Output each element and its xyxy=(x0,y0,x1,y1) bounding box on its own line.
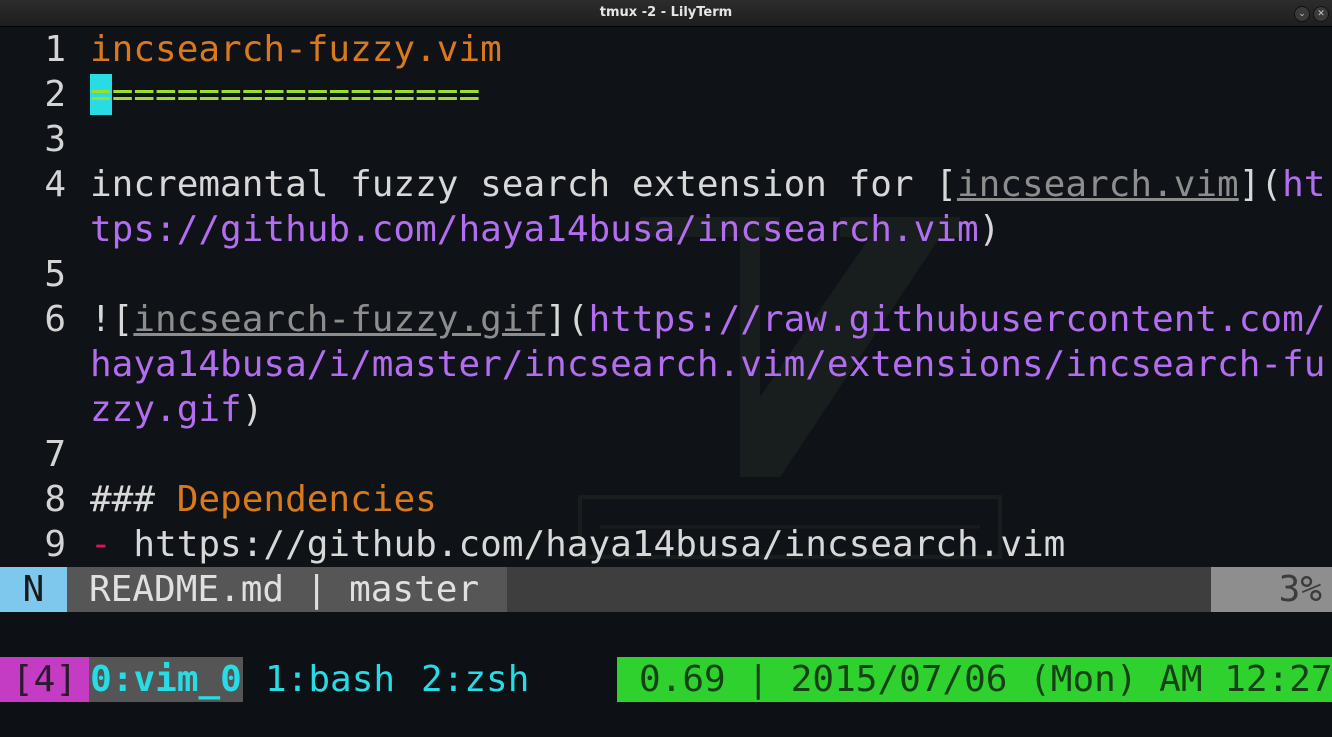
editor-line: 4 incremantal fuzzy search extension for… xyxy=(0,162,1332,207)
tmux-session: [4] xyxy=(0,657,89,702)
link-url: haya14busa/i/master/incsearch.vim/extens… xyxy=(90,344,1326,385)
command-line[interactable] xyxy=(0,612,1332,657)
link-paren: ) xyxy=(241,389,264,430)
tmux-window-active[interactable]: 0:vim_0 xyxy=(89,657,243,702)
editor-line: 9 - https://github.com/haya14busa/incsea… xyxy=(0,522,1332,567)
scroll-percent: 3% xyxy=(1211,567,1332,612)
editor-line: 3 xyxy=(0,117,1332,162)
line-number: 6 xyxy=(44,299,66,340)
line-text: ### Dependencies xyxy=(90,477,437,522)
tmux-status-bar: [4] 0:vim_0 1:bash 2:zsh 0.69 | 2015/07/… xyxy=(0,657,1332,702)
editor-line: 8 ### Dependencies xyxy=(0,477,1332,522)
line-number: 4 xyxy=(44,164,66,205)
heading-text: Dependencies xyxy=(176,479,437,520)
link-url: https://raw.githubusercontent.com/ xyxy=(588,299,1326,340)
editor-line: 7 xyxy=(0,432,1332,477)
line-text: ![incsearch-fuzzy.gif](https://raw.githu… xyxy=(90,297,1325,342)
link-url: zzy.gif xyxy=(90,389,242,430)
link-url: tps://github.com/haya14busa/incsearch.vi… xyxy=(90,209,979,250)
terminal-window: tmux -2 - LilyTerm ⌄ ✕ 1 incsearch-fuzzy… xyxy=(0,0,1332,737)
line-number: 7 xyxy=(44,434,66,475)
terminal-bottom xyxy=(0,702,1332,737)
editor-line-wrap: zzy.gif) xyxy=(0,387,1332,432)
plain-text: https://github.com/haya14busa/incsearch.… xyxy=(111,524,1066,565)
link-bracket: ]( xyxy=(1238,164,1283,205)
vim-editor[interactable]: 1 incsearch-fuzzy.vim 2 ================… xyxy=(0,27,1332,567)
line-text: - https://github.com/haya14busa/incsearc… xyxy=(90,522,1065,567)
editor-line-wrap: tps://github.com/haya14busa/incsearch.vi… xyxy=(0,207,1332,252)
line-text: tps://github.com/haya14busa/incsearch.vi… xyxy=(90,207,1000,252)
vim-statusline: N README.md | master 3% xyxy=(0,567,1332,612)
heading-underline: ================= xyxy=(111,74,481,115)
heading-marker: ### xyxy=(90,479,177,520)
link-text: incsearch-fuzzy.gif xyxy=(133,299,546,340)
close-icon[interactable]: ✕ xyxy=(1313,6,1329,22)
line-number: 3 xyxy=(44,119,66,160)
line-text: zzy.gif) xyxy=(90,387,263,432)
tmux-window-bash[interactable]: 1:bash xyxy=(265,657,395,702)
list-bullet: - xyxy=(90,524,112,565)
image-bracket: ![ xyxy=(90,299,134,340)
line-number: 5 xyxy=(44,254,66,295)
tmux-window-zsh[interactable]: 2:zsh xyxy=(421,657,529,702)
editor-line-wrap: haya14busa/i/master/incsearch.vim/extens… xyxy=(0,342,1332,387)
editor-line: 1 incsearch-fuzzy.vim xyxy=(0,27,1332,72)
editor-line: 5 xyxy=(0,252,1332,297)
link-paren: ) xyxy=(978,209,1001,250)
chevron-down-icon[interactable]: ⌄ xyxy=(1294,6,1310,22)
file-info: README.md | master xyxy=(67,567,507,612)
line-text: ================== xyxy=(90,72,480,117)
title-bar: tmux -2 - LilyTerm ⌄ ✕ xyxy=(0,0,1332,27)
text-cursor: = xyxy=(90,74,112,115)
link-bracket: ]( xyxy=(545,299,589,340)
editor-line: 6 ![incsearch-fuzzy.gif](https://raw.git… xyxy=(0,297,1332,342)
line-number: 1 xyxy=(44,29,66,70)
editor-line: 2 ================== xyxy=(0,72,1332,117)
window-title: tmux -2 - LilyTerm xyxy=(599,5,733,20)
line-text: incremantal fuzzy search extension for [… xyxy=(90,162,1325,207)
link-url: ht xyxy=(1282,164,1326,205)
tmux-status-right: 0.69 | 2015/07/06 (Mon) AM 12:27 xyxy=(617,657,1332,702)
line-number: 8 xyxy=(44,479,66,520)
plain-text: incremantal fuzzy search extension for [ xyxy=(90,164,957,205)
link-text: incsearch.vim xyxy=(956,164,1239,205)
line-number: 2 xyxy=(44,74,66,115)
mode-indicator: N xyxy=(0,567,67,612)
line-text: incsearch-fuzzy.vim xyxy=(90,29,502,70)
line-number: 9 xyxy=(44,524,66,565)
